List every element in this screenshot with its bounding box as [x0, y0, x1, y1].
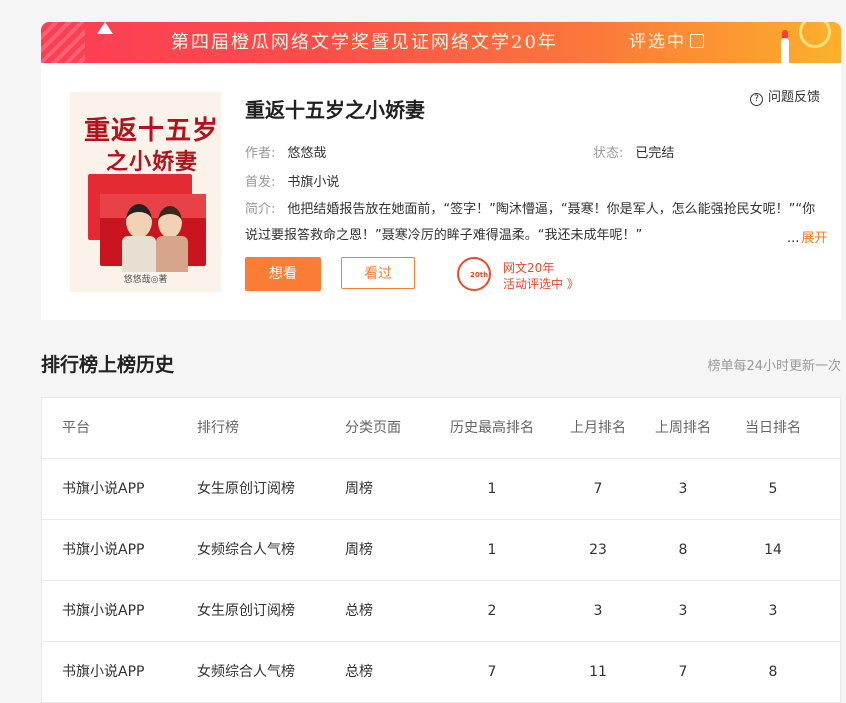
book-info-card: 重返十五岁 之小娇妻 悠悠哉◎著 重返十五岁之小娇妻 ? 问题反馈 作者: 悠悠哉 … — [41, 63, 841, 320]
cell-list: 女生原创订阅榜 — [197, 603, 295, 619]
cell-category: 总榜 — [345, 664, 373, 680]
cell-category: 总榜 — [345, 603, 373, 619]
edit-icon — [690, 34, 704, 48]
header-category: 分类页面 — [345, 420, 401, 436]
status-value: 已完结 — [635, 146, 675, 161]
ring-decoration-icon — [799, 22, 831, 48]
cover-author: 悠悠哉◎著 — [123, 275, 168, 285]
cell-list: 女频综合人气榜 — [197, 664, 295, 680]
cell-list: 女频综合人气榜 — [197, 542, 295, 558]
cell-category: 周榜 — [345, 481, 373, 497]
logo-text: 20th — [470, 271, 489, 279]
feedback-label: 问题反馈 — [768, 90, 821, 105]
question-icon: ? — [750, 93, 763, 106]
cell-list: 女生原创订阅榜 — [197, 481, 295, 497]
ranking-table: 平台 排行榜 分类页面 历史最高排名 上月排名 上周排名 当日排名 书旗小说AP… — [41, 397, 841, 703]
rocket-decoration-icon — [781, 30, 789, 63]
cell-last-week: 3 — [678, 481, 688, 497]
cell-platform: 书旗小说APP — [62, 664, 145, 680]
award-banner[interactable]: 第四届橙瓜网络文学奖暨见证网络文学20年 评选中 — [41, 22, 841, 63]
cover-figure-head-female — [158, 206, 182, 238]
cell-platform: 书旗小说APP — [62, 481, 145, 497]
cell-last-week: 3 — [678, 603, 688, 619]
cell-platform: 书旗小说APP — [62, 603, 145, 619]
cell-last-week: 8 — [678, 542, 688, 558]
feedback-link[interactable]: ? 问题反馈 — [750, 86, 820, 106]
table-header-row: 平台 排行榜 分类页面 历史最高排名 上月排名 上周排名 当日排名 — [42, 398, 840, 459]
cell-best-rank: 7 — [487, 664, 497, 680]
ranking-update-note: 榜单每24小时更新一次 — [707, 359, 841, 374]
author-field: 作者: 悠悠哉 — [245, 142, 326, 161]
cell-today: 5 — [768, 481, 778, 497]
promo-line2: 活动评选中 》 — [503, 277, 579, 291]
ranking-section-title: 排行榜上榜历史 — [41, 354, 175, 376]
header-best-rank: 历史最高排名 — [450, 420, 534, 436]
table-row: 书旗小说APP 女生原创订阅榜 总榜 2 3 3 3 — [42, 581, 840, 642]
have-read-button[interactable]: 看过 — [341, 257, 415, 289]
status-key: 状态: — [593, 146, 624, 161]
promo-line1: 网文20年 — [503, 261, 555, 275]
banner-vote-label: 评选中 — [629, 32, 686, 52]
cell-best-rank: 1 — [487, 542, 497, 558]
header-last-week: 上周排名 — [655, 420, 711, 436]
first-publish-key: 首发: — [245, 175, 276, 190]
status-field: 状态: 已完结 — [593, 142, 674, 161]
cell-best-rank: 1 — [487, 481, 497, 497]
cell-today: 8 — [768, 664, 778, 680]
banner-text: 第四届橙瓜网络文学奖暨见证网络文学20年 — [171, 32, 558, 53]
intro-ellipsis: ... — [787, 231, 800, 246]
cell-today: 3 — [768, 603, 778, 619]
header-list: 排行榜 — [197, 420, 239, 436]
intro-key: 简介: — [245, 202, 276, 217]
expand-intro-link[interactable]: ... 展开 — [783, 227, 828, 246]
author-value[interactable]: 悠悠哉 — [287, 146, 326, 161]
cell-today: 14 — [764, 542, 782, 558]
book-intro: 简介: 他把结婚报告放在她面前，“签字！”陶沐懵逼，“聂寒！你是军人，怎么能强抢民… — [245, 197, 825, 249]
banner-triangle-decoration — [97, 22, 113, 34]
cell-platform: 书旗小说APP — [62, 542, 145, 558]
expand-label: 展开 — [801, 231, 828, 246]
table-row: 书旗小说APP 女频综合人气榜 周榜 1 23 8 14 — [42, 520, 840, 581]
header-platform: 平台 — [62, 420, 90, 436]
banner-vote-link[interactable]: 评选中 — [629, 22, 704, 63]
cell-category: 周榜 — [345, 542, 373, 558]
cover-title-line2: 之小娇妻 — [106, 149, 199, 175]
cover-title-line1: 重返十五岁 — [84, 116, 220, 146]
intro-text: 他把结婚报告放在她面前，“签字！”陶沐懵逼，“聂寒！你是军人，怎么能强抢民女呢！… — [245, 202, 816, 243]
cover-figure-body-male — [122, 236, 156, 272]
first-publish-value: 书旗小说 — [287, 175, 340, 190]
cell-best-rank: 2 — [487, 603, 497, 619]
author-key: 作者: — [245, 146, 276, 161]
table-row: 书旗小说APP 女频综合人气榜 总榜 7 11 7 8 — [42, 642, 840, 702]
cover-figure-head-male — [126, 204, 152, 238]
page-container: 第四届橙瓜网络文学奖暨见证网络文学20年 评选中 重返十五岁 之小娇妻 悠悠哉◎… — [41, 0, 841, 703]
banner-stripe-decoration — [41, 22, 85, 63]
header-today: 当日排名 — [745, 420, 801, 436]
cell-last-week: 7 — [678, 664, 688, 680]
cover-figure-body-female — [156, 236, 188, 272]
table-row: 书旗小说APP 女生原创订阅榜 周榜 1 7 3 5 — [42, 459, 840, 520]
book-title: 重返十五岁之小娇妻 — [245, 98, 425, 122]
anniversary-logo-icon: 20th — [457, 257, 491, 291]
book-cover[interactable]: 重返十五岁 之小娇妻 悠悠哉◎著 — [70, 92, 221, 292]
first-publish-field: 首发: 书旗小说 — [245, 171, 339, 190]
want-to-read-button[interactable]: 想看 — [245, 257, 321, 291]
